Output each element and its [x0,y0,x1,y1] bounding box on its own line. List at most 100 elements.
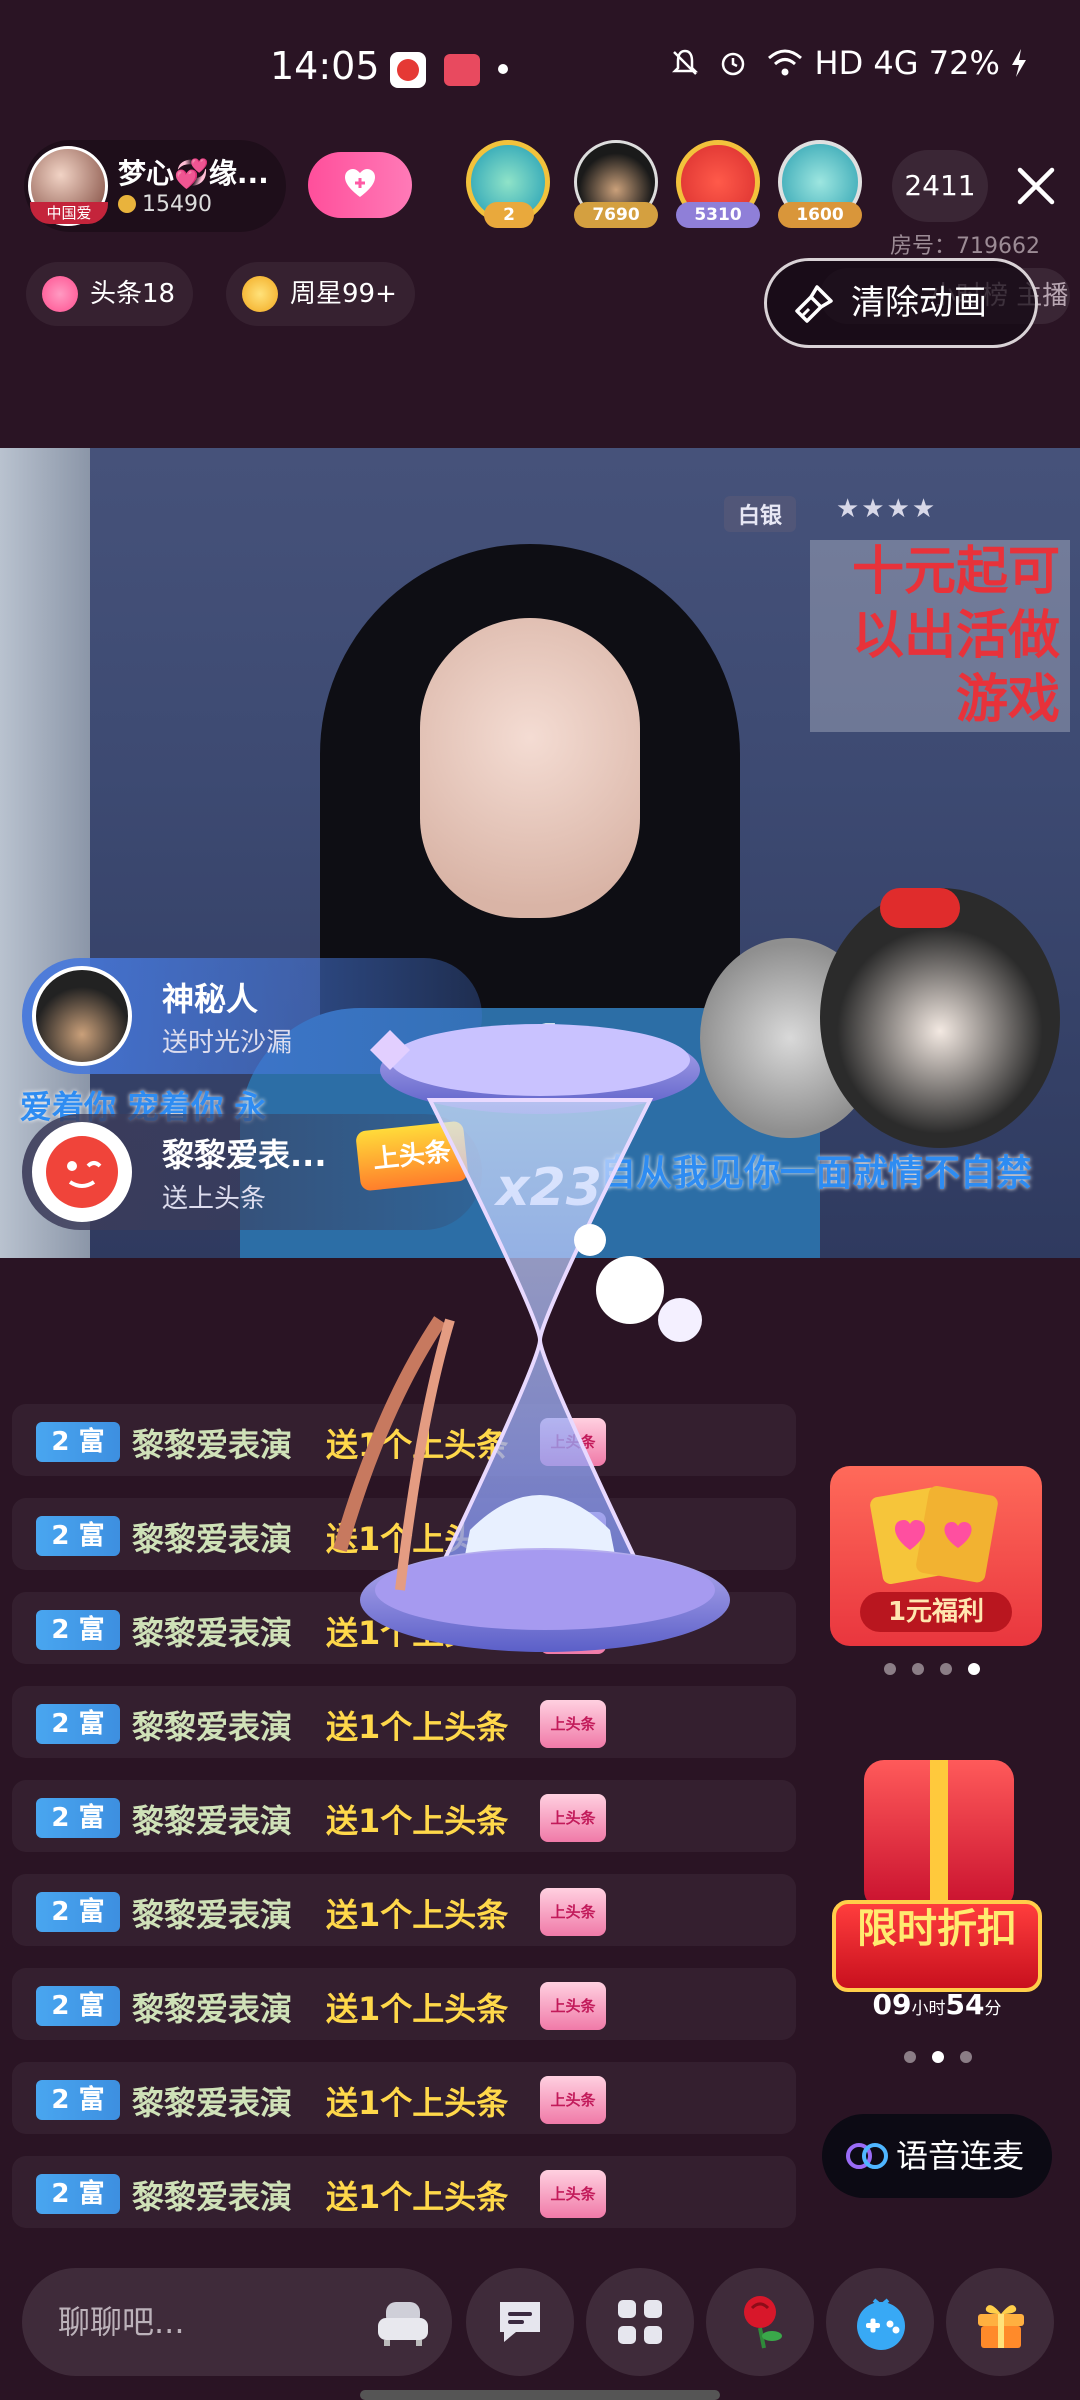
sofa-icon[interactable] [376,2296,430,2348]
gift-sender-avatar [32,1122,132,1222]
chat-message-text: 送1个上头条 [326,2178,509,2216]
close-icon[interactable] [1010,160,1062,212]
gift-sender-avatar [32,966,132,1066]
viewer-badge-4: 1600 [778,202,862,228]
gift-description: 送时光沙漏 [162,1028,293,1058]
charging-icon [1012,49,1027,77]
online-count[interactable]: 2411 [892,150,988,222]
chat-message-row[interactable]: 2 富黎黎爱表演送1个上头条上头条 [12,1968,796,2040]
welfare-card[interactable]: 1元福利 [830,1466,1042,1646]
toutiao-gift-icon: 上头条 [540,1700,606,1748]
rose-icon [744,2296,782,2349]
recording-icon [444,54,480,86]
hourglass-gift-animation [333,1024,730,1652]
star-icon [242,276,278,312]
welfare-page-dots [876,1660,988,1679]
gift-sender-name: 黎黎爱表... [162,1136,327,1174]
rich-level-badge: 2 富 [36,2080,120,2120]
more-notifications-icon [498,64,508,74]
discount-page-dots [896,2048,980,2067]
room-number: 房号：719662 [890,234,1040,259]
rank-stars: ★★★★ [836,494,938,524]
rich-level-badge: 2 富 [36,1798,120,1838]
clear-animation-label: 清除动画 [851,283,987,323]
weekly-star-chip[interactable]: 周星99+ [226,262,415,326]
page-dot [940,1663,952,1675]
chat-username[interactable]: 黎黎爱表演 [132,1984,292,2030]
host-fans-count: 15490 [142,192,212,217]
chat-message-text: 送1个上头条 [326,1708,509,1746]
message-button[interactable] [466,2268,574,2376]
flame-icon [42,276,78,312]
timer-hours-unit: 小时 [911,1999,946,2019]
chat-username[interactable]: 黎黎爱表演 [132,2078,292,2124]
chat-username[interactable]: 黎黎爱表演 [132,1608,292,1654]
timer-minutes-unit: 分 [984,1999,1002,2019]
viewer-badge-2: 7690 [574,202,658,228]
page-dot [904,2051,916,2063]
chat-message-text: 送1个上头条 [326,2084,509,2122]
chat-username[interactable]: 黎黎爱表演 [132,1702,292,1748]
chat-username[interactable]: 黎黎爱表演 [132,2172,292,2218]
voice-link-button[interactable]: 语音连麦 [822,2114,1052,2198]
promo-text: 十元起可以出活做游戏 [810,540,1070,732]
host-fans: 15490 [118,192,212,217]
status-indicators: HD 4G 72% [670,44,1028,82]
wifi-icon [768,49,803,76]
follow-button[interactable] [308,152,412,218]
coin-icon [118,195,136,213]
chat-message-text: 送1个上头条 [326,1990,509,2028]
chat-message-text: 送1个上头条 [326,1802,509,1840]
toutiao-gift-icon: 上头条 [540,1888,606,1936]
status-time: 14:05 [270,44,380,88]
host-name: 梦心💞缘... [118,157,269,190]
more-features-button[interactable] [586,2268,694,2376]
chat-message-row[interactable]: 2 富黎黎爱表演送1个上头条上头条 [12,1686,796,1758]
chat-username[interactable]: 黎黎爱表演 [132,1890,292,1936]
viewer-badge-3: 5310 [676,202,760,228]
chat-message-row[interactable]: 2 富黎黎爱表演送1个上头条上头条 [12,2156,796,2228]
page-dot [912,1663,924,1675]
headline-chip[interactable]: 头条18 [26,262,194,326]
chat-input-placeholder: 聊聊吧... [58,2303,185,2341]
rich-level-badge: 2 富 [36,2174,120,2214]
timer-minutes: 54 [945,1988,985,2021]
limited-discount-card[interactable]: 限时折扣 09小时54分 [828,1760,1046,2030]
game-button[interactable] [826,2268,934,2376]
headline-chip-label: 头条18 [90,279,176,309]
chat-username[interactable]: 黎黎爱表演 [132,1796,292,1842]
page-dot [960,2051,972,2063]
home-indicator[interactable] [360,2390,720,2400]
toutiao-gift-icon: 上头条 [540,1794,606,1842]
heart-plus-icon [345,169,375,197]
weekly-star-chip-label: 周星99+ [290,279,397,309]
clear-animation-button[interactable]: 清除动画 [764,258,1038,348]
page-dot [884,1663,896,1675]
discount-timer: 09小时54分 [832,1988,1042,2028]
chat-message-row[interactable]: 2 富黎黎爱表演送1个上头条上头条 [12,1874,796,1946]
rank-badge: 白银 [724,496,797,532]
app-notification-icon [390,52,426,88]
page-dot-active [932,2051,944,2063]
broom-icon [795,285,833,323]
message-icon [500,2302,540,2342]
chat-input[interactable]: 聊聊吧... [22,2268,452,2376]
mute-icon [671,49,699,75]
rose-gift-button[interactable] [706,2268,814,2376]
chat-message-row[interactable]: 2 富黎黎爱表演送1个上头条上头条 [12,2062,796,2134]
grid-icon [618,2300,662,2344]
chat-username[interactable]: 黎黎爱表演 [132,1420,292,1466]
toutiao-gift-icon: 上头条 [540,1982,606,2030]
viewer-badge-1: 2 [484,202,534,228]
rich-level-badge: 2 富 [36,1516,120,1556]
gift-description: 送上头条 [162,1184,267,1214]
host-avatar-badge: 中国爱 [30,202,108,224]
chat-username[interactable]: 黎黎爱表演 [132,1514,292,1560]
rich-level-badge: 2 富 [36,1704,120,1744]
heart-cards-icon [870,1486,998,1584]
chat-message-row[interactable]: 2 富黎黎爱表演送1个上头条上头条 [12,1780,796,1852]
rich-level-badge: 2 富 [36,1986,120,2026]
gift-button[interactable] [946,2268,1054,2376]
red-emoji-avatar-icon [46,1136,118,1208]
plush-bow [880,888,960,928]
